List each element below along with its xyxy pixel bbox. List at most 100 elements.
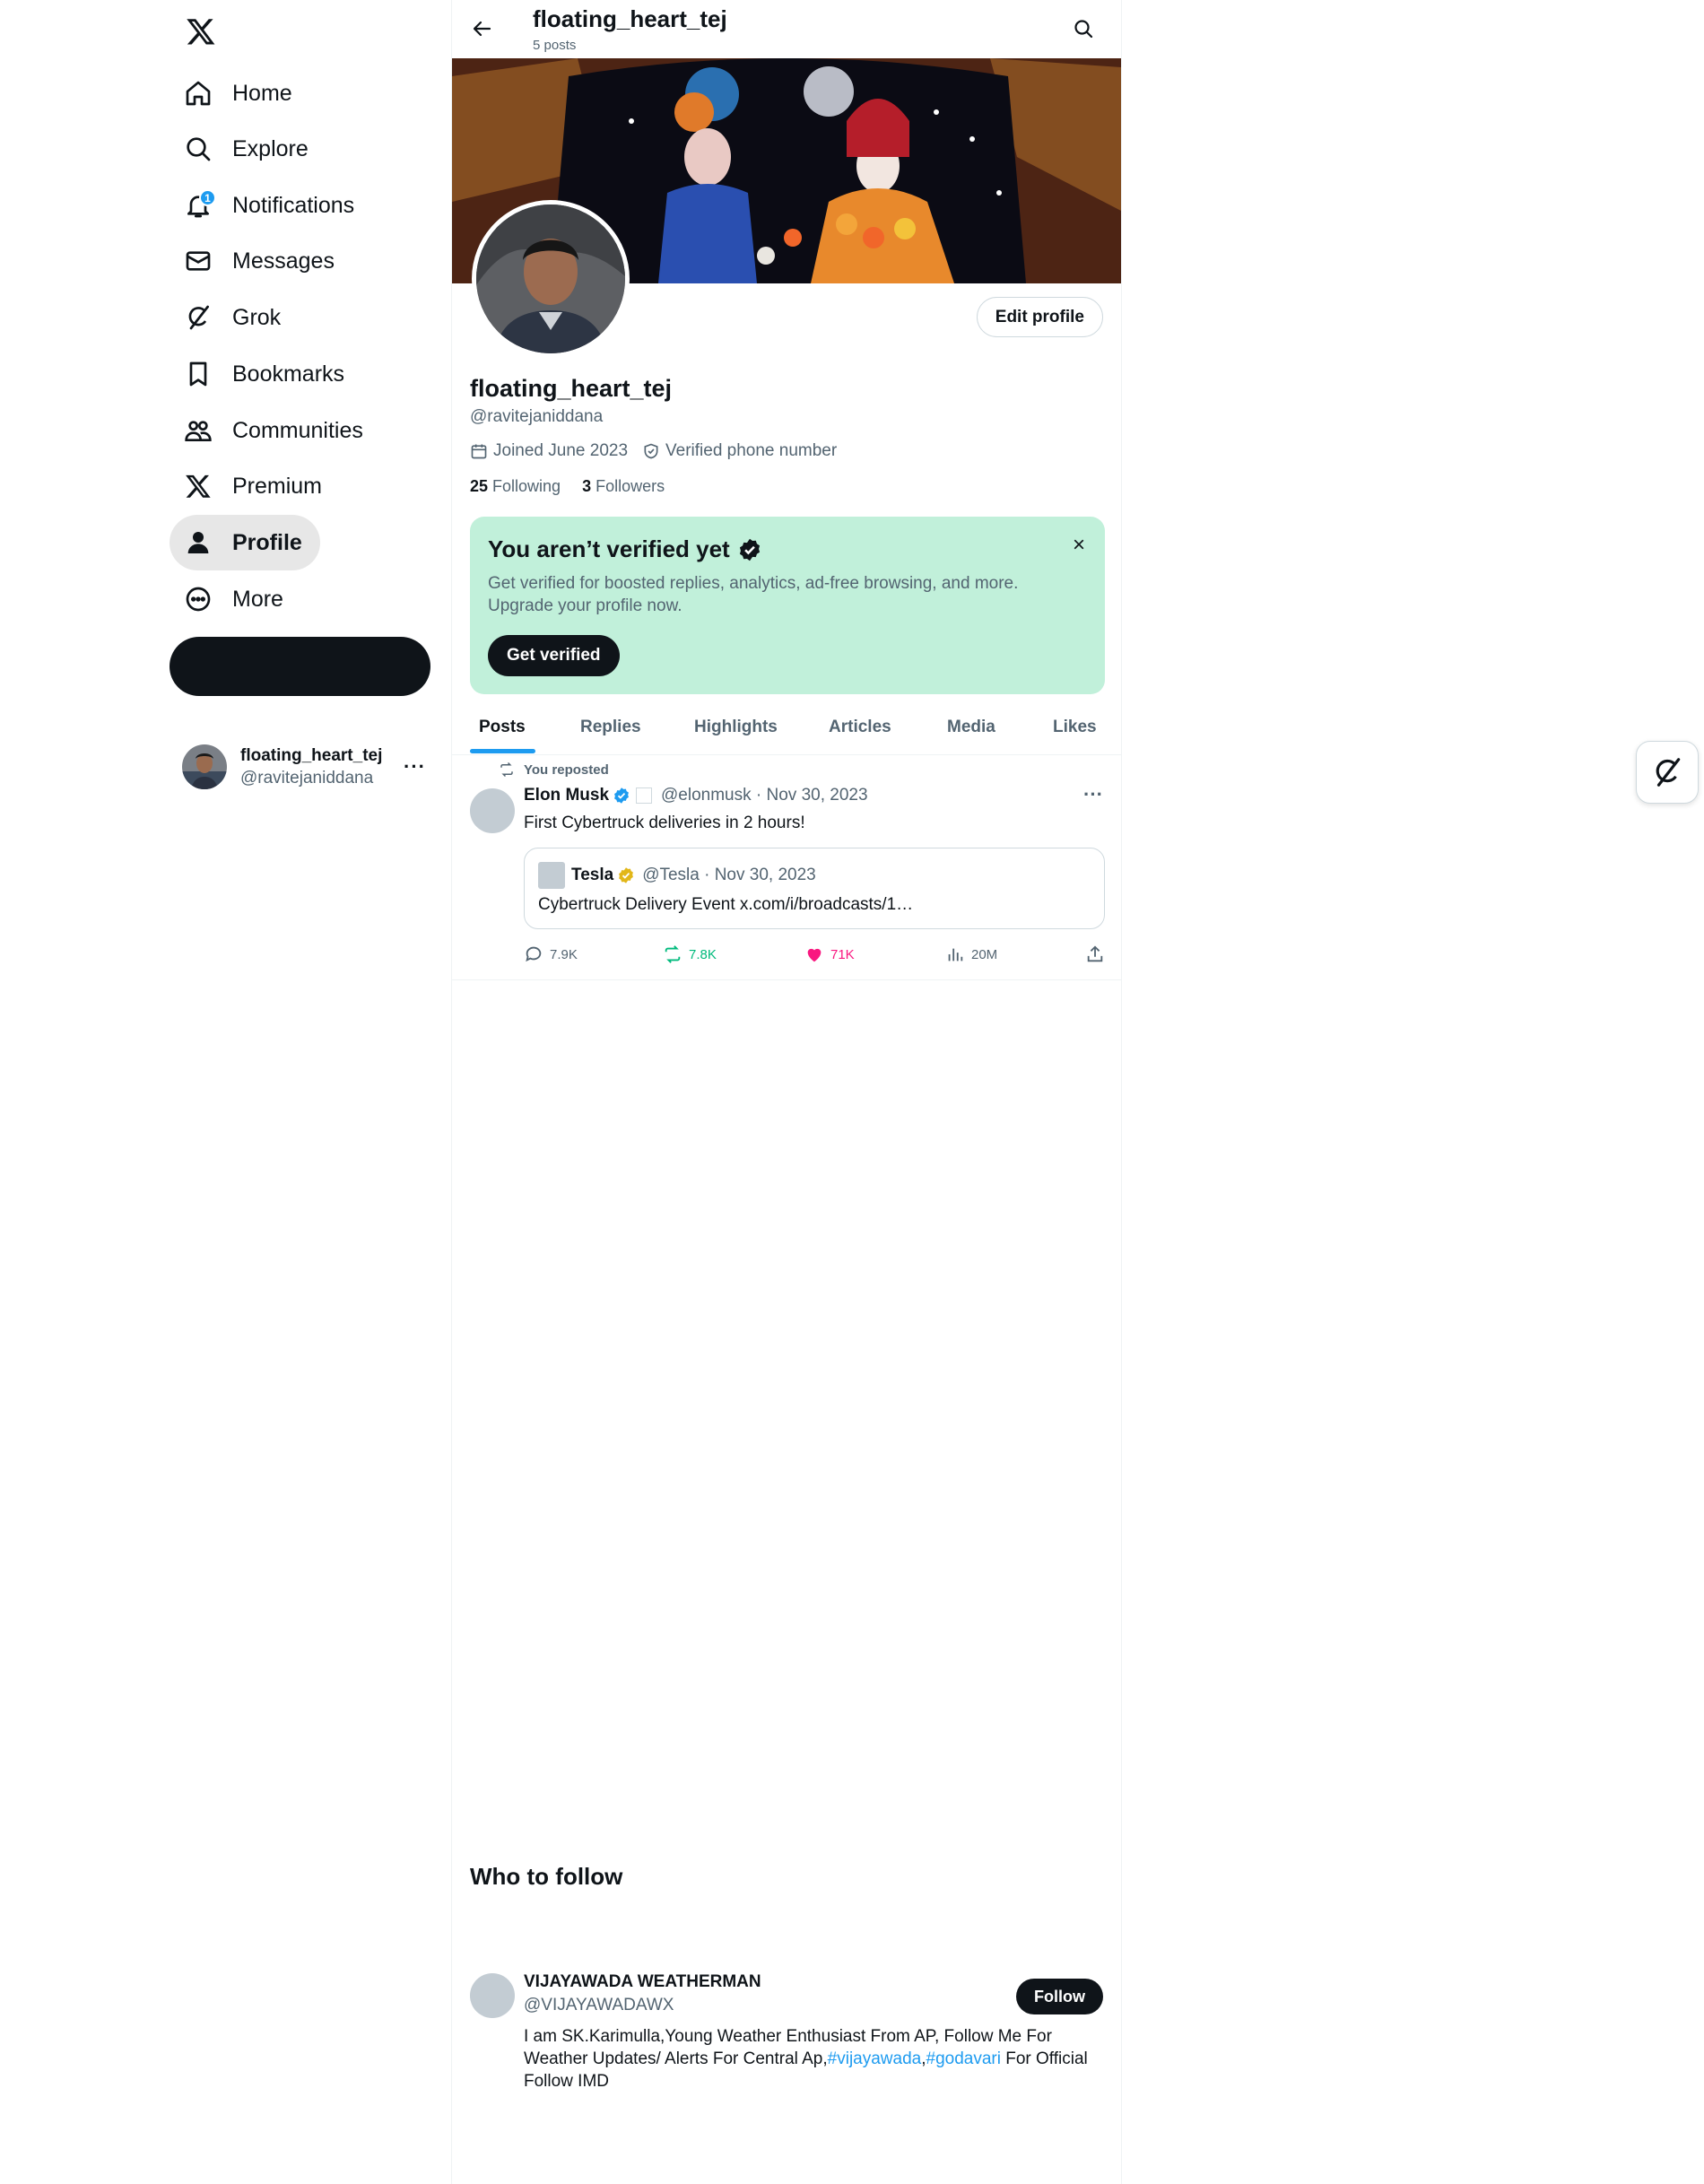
- heart-icon: [807, 948, 822, 962]
- sidebar-item-explore[interactable]: Explore: [170, 121, 326, 177]
- profile-tabs: Posts Replies Highlights Articles Media …: [452, 700, 1121, 755]
- post-author[interactable]: Elon Musk: [524, 786, 609, 805]
- more-circle-icon: [180, 581, 216, 617]
- hashtag-link[interactable]: #godavari: [926, 2049, 1001, 2068]
- sidebar-item-more[interactable]: More: [170, 571, 301, 627]
- sidebar-item-label: Profile: [232, 529, 302, 555]
- post-button[interactable]: [170, 637, 430, 696]
- sidebar-item-bookmarks[interactable]: Bookmarks: [170, 346, 362, 402]
- sidebar-item-notifications[interactable]: 1 Notifications: [170, 178, 372, 233]
- x-logo-icon: [180, 468, 216, 504]
- quote-header: Tesla @Tesla · Nov 30, 2023: [538, 862, 816, 889]
- repost-button[interactable]: 7.8K: [663, 944, 717, 964]
- analytics-icon: [948, 948, 963, 961]
- views-button[interactable]: 20M: [945, 944, 997, 964]
- people-icon: [180, 413, 216, 448]
- tab-media[interactable]: Media: [947, 700, 995, 755]
- active-tab-indicator: [470, 749, 535, 753]
- account-switcher[interactable]: floating_heart_tej @ravitejaniddana ···: [170, 731, 439, 803]
- account-name: floating_heart_tej: [240, 745, 383, 765]
- suggested-user-handle: @VIJAYAWADAWX: [524, 1996, 674, 2014]
- sidebar-item-label: Notifications: [232, 192, 355, 218]
- account-handle: @ravitejaniddana: [240, 768, 374, 787]
- shield-check-icon: [644, 443, 658, 459]
- sidebar-item-label: More: [232, 586, 283, 612]
- suggested-user-name[interactable]: VIJAYAWADA WEATHERMAN: [524, 1972, 761, 1992]
- tab-replies[interactable]: Replies: [580, 700, 641, 755]
- sidebar-item-premium[interactable]: Premium: [170, 458, 340, 514]
- sidebar-item-grok[interactable]: Grok: [170, 290, 299, 345]
- home-icon: [180, 75, 216, 111]
- sidebar-item-messages[interactable]: Messages: [170, 233, 352, 289]
- hashtag-link[interactable]: #vijayawada: [828, 2049, 922, 2068]
- main-column: floating_heart_tej 5 posts Edit profile …: [451, 0, 1122, 2184]
- follow-button[interactable]: Follow: [1016, 1979, 1103, 2014]
- repost-icon: [665, 945, 681, 963]
- sidebar-item-label: Grok: [232, 304, 282, 330]
- verified-badge-icon: [614, 787, 629, 804]
- search-icon: [180, 131, 216, 167]
- verification-title: You aren’t verified yet: [488, 535, 762, 563]
- affiliate-badge-icon: [636, 787, 653, 804]
- share-icon[interactable]: [1085, 944, 1111, 964]
- profile-name: floating_heart_tej: [470, 375, 673, 402]
- like-button[interactable]: 71K: [804, 944, 855, 964]
- timeline-post[interactable]: You reposted Elon Musk @elonmusk · Nov 3…: [452, 756, 1121, 980]
- joined-date: Joined June 2023: [470, 441, 628, 461]
- quoted-post[interactable]: Tesla @Tesla · Nov 30, 2023 Cybertruck D…: [524, 848, 1105, 929]
- envelope-icon: [180, 243, 216, 279]
- joined-text: Joined June 2023: [493, 441, 629, 460]
- quote-text: Cybertruck Delivery Event x.com/i/broadc…: [538, 895, 914, 914]
- followers-link[interactable]: 3 Followers: [582, 477, 665, 496]
- profile-handle: @ravitejaniddana: [470, 407, 604, 426]
- tab-highlights[interactable]: Highlights: [694, 700, 778, 755]
- sidebar-item-label: Messages: [232, 248, 335, 274]
- account-menu-icon[interactable]: ···: [404, 755, 426, 779]
- x-logo-icon[interactable]: [180, 11, 222, 52]
- avatar[interactable]: [470, 788, 515, 833]
- edit-profile-button[interactable]: Edit profile: [976, 297, 1103, 337]
- person-icon: [180, 525, 216, 561]
- tab-articles[interactable]: Articles: [829, 700, 891, 755]
- bell-icon: 1: [180, 187, 216, 223]
- sidebar-item-profile[interactable]: Profile: [170, 515, 320, 570]
- following-link[interactable]: 25 Following: [470, 477, 561, 496]
- tab-likes[interactable]: Likes: [1053, 700, 1097, 755]
- quote-author: Tesla: [571, 866, 614, 884]
- verification-description: Get verified for boosted replies, analyt…: [488, 574, 1019, 615]
- who-to-follow-title: Who to follow: [470, 1863, 623, 1890]
- repost-indicator: You reposted: [499, 761, 609, 778]
- sidebar-item-label: Communities: [232, 417, 363, 443]
- verified-phone: Verified phone number: [642, 441, 837, 461]
- sidebar-item-label: Explore: [232, 135, 309, 161]
- calendar-icon: [471, 444, 487, 459]
- profile-avatar[interactable]: [472, 200, 630, 358]
- verified-badge-icon: [739, 538, 760, 561]
- gold-verified-badge-icon: [619, 867, 634, 883]
- sidebar-item-home[interactable]: Home: [170, 65, 310, 121]
- grok-floating-button[interactable]: [1636, 741, 1699, 804]
- repost-icon: [500, 761, 513, 778]
- suggested-user[interactable]: VIJAYAWADA WEATHERMAN @VIJAYAWADAWX Foll…: [452, 1966, 1121, 2092]
- quote-handle-date: @Tesla · Nov 30, 2023: [642, 866, 816, 884]
- grok-icon: [180, 300, 216, 335]
- bookmark-icon: [180, 356, 216, 392]
- profile-meta: Joined June 2023 Verified phone number: [470, 441, 851, 461]
- post-text: First Cybertruck deliveries in 2 hours!: [524, 814, 805, 832]
- close-icon[interactable]: ×: [1073, 533, 1085, 558]
- profile-header-bar: floating_heart_tej 5 posts: [452, 0, 1121, 58]
- follow-stats: 25 Following 3 Followers: [470, 477, 665, 496]
- avatar: [538, 862, 565, 889]
- search-icon[interactable]: [1067, 13, 1100, 45]
- reply-button[interactable]: 7.9K: [524, 944, 578, 964]
- page-title: floating_heart_tej: [533, 5, 727, 32]
- avatar[interactable]: [470, 1973, 515, 2018]
- sidebar-item-communities[interactable]: Communities: [170, 403, 381, 458]
- reply-icon: [526, 946, 542, 962]
- notification-badge: 1: [199, 189, 216, 206]
- back-arrow-icon[interactable]: [466, 13, 499, 45]
- tab-posts[interactable]: Posts: [479, 700, 526, 755]
- post-count: 5 posts: [533, 38, 577, 53]
- get-verified-button[interactable]: Get verified: [488, 635, 620, 676]
- more-options-icon[interactable]: ···: [1083, 783, 1103, 806]
